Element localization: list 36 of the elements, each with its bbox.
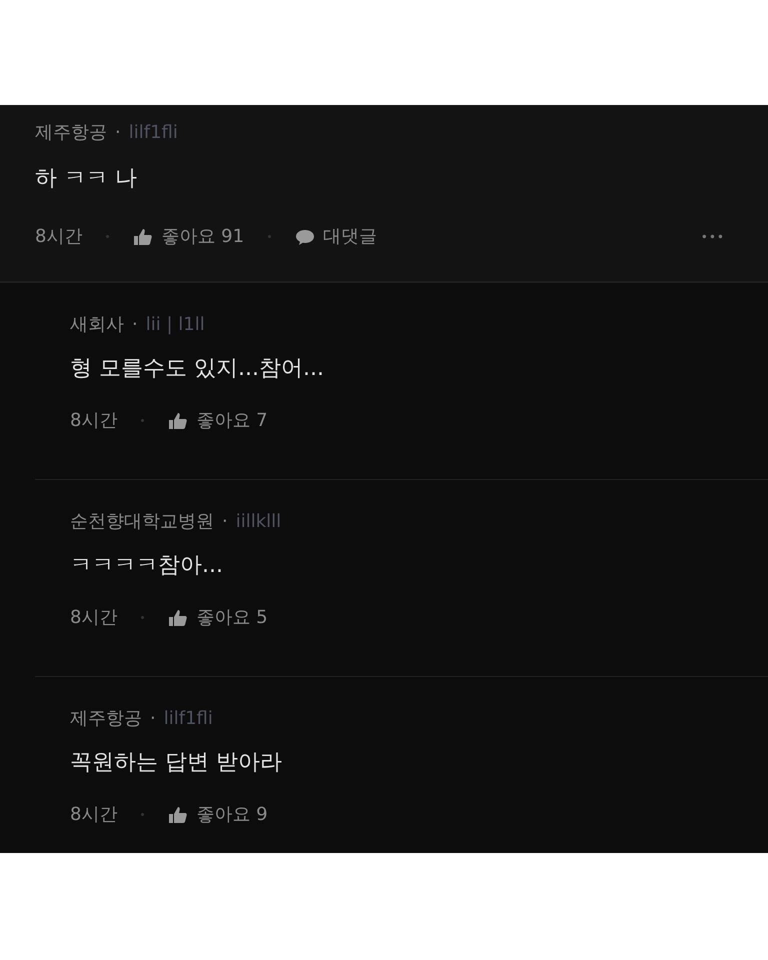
timestamp: 8시간: [35, 225, 82, 249]
timestamp: 8시간: [70, 803, 118, 827]
separator-dot: [268, 235, 272, 238]
like-button[interactable]: 좋아요 9: [168, 801, 268, 828]
user-handle: lii | l1ll: [146, 313, 205, 337]
reply-button[interactable]: 대댓글: [295, 223, 378, 250]
like-button[interactable]: 좋아요 91: [133, 223, 244, 250]
user-handle: lilf1fli: [128, 121, 178, 145]
separator: ·: [150, 707, 156, 731]
speech-bubble-icon: [295, 228, 316, 246]
separator-dot: [141, 419, 144, 422]
thumbs-up-icon: [168, 608, 188, 626]
thumbs-up-icon: [168, 412, 188, 430]
separator: ·: [115, 121, 121, 145]
thumbs-up-icon: [133, 228, 154, 246]
separator-dot: [141, 616, 144, 619]
like-button[interactable]: 좋아요 5: [168, 604, 268, 631]
comment-text: 하 ㅋㅋ 나: [35, 165, 138, 193]
author-name: 제주항공: [35, 121, 107, 145]
author-name: 제주항공: [70, 707, 142, 731]
separator-dot: [106, 235, 110, 238]
author-name: 순천향대학교병원: [70, 510, 214, 534]
user-handle: iillklll: [236, 510, 282, 534]
user-handle: lilf1fli: [164, 707, 213, 731]
like-button[interactable]: 좋아요 7: [168, 407, 268, 434]
timestamp: 8시간: [70, 409, 118, 433]
thumbs-up-icon: [168, 806, 188, 824]
author-name: 새회사: [70, 313, 124, 337]
separator: ·: [222, 510, 228, 534]
timestamp: 8시간: [70, 606, 118, 630]
comment-text: 꼭원하는 답변 받아라: [70, 749, 283, 777]
comment-text: ㅋㅋㅋㅋ참아...: [70, 552, 224, 580]
separator: ·: [132, 313, 138, 337]
separator-dot: [141, 813, 144, 816]
more-button[interactable]: •••: [700, 228, 725, 246]
comment-text: 형 모를수도 있지...참어...: [70, 355, 325, 383]
